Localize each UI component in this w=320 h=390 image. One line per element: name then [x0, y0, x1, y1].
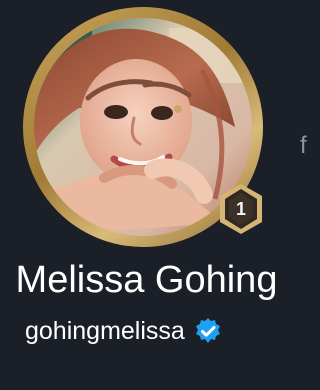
profile-avatar[interactable]: 1 [23, 7, 263, 247]
verified-icon [195, 318, 220, 343]
profile-display-name: Melissa Gohing [15, 259, 278, 301]
side-text-fragment: f [300, 132, 307, 159]
rank-number: 1 [235, 199, 246, 219]
username-row[interactable]: gohingmelissa [25, 309, 223, 353]
profile-username[interactable]: gohingmelissa [25, 316, 185, 346]
rank-badge: 1 [214, 182, 268, 236]
